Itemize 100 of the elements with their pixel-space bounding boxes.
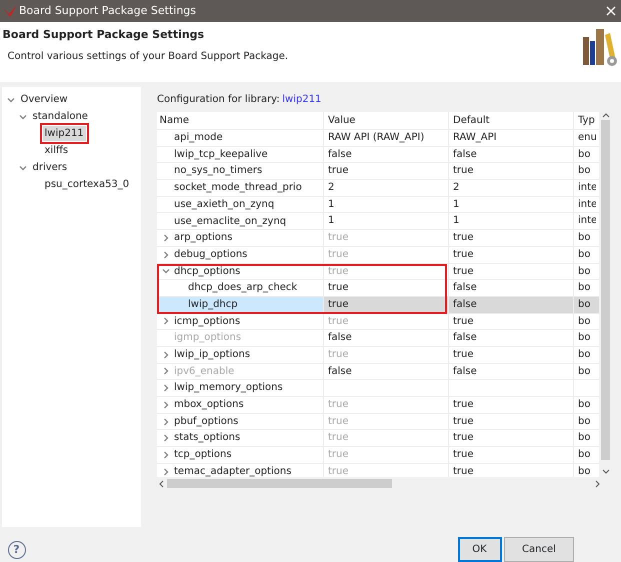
- type-cell-text: bo: [577, 348, 592, 362]
- default-cell: true: [449, 447, 574, 463]
- type-cell-text: bo: [577, 331, 592, 346]
- type-cell-text: bo: [577, 464, 592, 478]
- header-subtitle: Control various settings of your Board Support Package.: [8, 50, 290, 64]
- collapsed-chevron-icon[interactable]: [161, 250, 171, 260]
- type-cell-text: bo: [577, 248, 592, 262]
- scroll-thumb[interactable]: [601, 120, 610, 460]
- type-cell-text: bo: [577, 148, 592, 162]
- collapsed-chevron-icon[interactable]: [161, 416, 171, 427]
- type-cell-text: enu: [577, 131, 596, 145]
- close-icon[interactable]: [606, 6, 616, 16]
- setting-name: dhcp_does_arp_check: [188, 281, 298, 296]
- value-cell: true: [324, 414, 449, 430]
- default-cell: true: [449, 246, 574, 262]
- setting-name: socket_mode_thread_prio: [174, 181, 302, 196]
- default-cell: true: [449, 346, 574, 363]
- value-cell: 1: [324, 213, 449, 230]
- collapsed-chevron-icon[interactable]: [161, 466, 171, 477]
- default-cell: false: [449, 364, 574, 380]
- type-cell-text: bo: [577, 448, 592, 462]
- collapsed-chevron-icon[interactable]: [161, 400, 171, 410]
- collapsed-chevron-icon[interactable]: [161, 232, 171, 243]
- collapsed-chevron-icon[interactable]: [161, 350, 171, 360]
- tree-item[interactable]: drivers: [30, 160, 70, 175]
- column-header[interactable]: Default: [449, 112, 574, 129]
- value-cell: 2: [324, 180, 449, 196]
- default-cell: false: [449, 330, 574, 346]
- collapsed-chevron-icon[interactable]: [161, 383, 171, 394]
- value-cell: false: [324, 364, 449, 380]
- dialog-button[interactable]: OK: [458, 537, 502, 562]
- tree-item[interactable]: lwip211: [42, 126, 86, 141]
- value-cell: RAW API (RAW_API): [324, 130, 449, 146]
- dialog-button[interactable]: Cancel: [504, 537, 574, 562]
- type-cell-text: bo: [577, 281, 592, 296]
- column-header[interactable]: Value: [324, 112, 449, 129]
- setting-name: use_axieth_on_zynq: [174, 198, 274, 212]
- help-button[interactable]: ?: [8, 540, 26, 558]
- default-cell: false: [449, 146, 574, 162]
- type-cell-text: bo: [577, 431, 592, 446]
- collapsed-chevron-icon[interactable]: [161, 316, 171, 326]
- type-cell-text: bo: [577, 231, 592, 246]
- window-title: Board Support Package Settings: [19, 2, 196, 19]
- setting-name: igmp_options: [174, 331, 242, 346]
- type-cell-text: bo: [577, 298, 592, 312]
- collapsed-chevron-icon[interactable]: [161, 450, 171, 460]
- default-cell: true: [449, 430, 574, 446]
- setting-name: temac_adapter_options: [174, 464, 292, 478]
- tree-item[interactable]: xilffs: [42, 143, 70, 158]
- type-cell-text: bo: [577, 364, 592, 379]
- scroll-up-icon[interactable]: [602, 112, 610, 120]
- type-cell-text: bo: [577, 164, 592, 178]
- type-cell-text: bo: [577, 264, 592, 278]
- type-cell-text: bo: [577, 414, 592, 429]
- setting-name: no_sys_no_timers: [174, 164, 262, 178]
- collapsed-chevron-icon[interactable]: [161, 433, 171, 444]
- app-logo-icon: [2, 5, 16, 17]
- value-cell: true: [324, 397, 449, 413]
- value-cell: true: [324, 264, 449, 280]
- default-cell: true: [449, 163, 574, 180]
- tree-item[interactable]: psu_cortexa53_0: [42, 177, 132, 192]
- scroll-thumb[interactable]: [167, 479, 392, 488]
- setting-name: lwip_tcp_keepalive: [174, 148, 268, 162]
- setting-name: debug_options: [174, 248, 248, 262]
- setting-name: stats_options: [174, 431, 240, 446]
- default-cell: 1: [449, 196, 574, 212]
- library-link[interactable]: lwip211: [282, 92, 322, 107]
- setting-name: icmp_options: [174, 314, 240, 329]
- config-label: Configuration for library:: [157, 93, 280, 107]
- value-cell: true: [324, 246, 449, 262]
- scroll-down-icon[interactable]: [602, 466, 610, 475]
- value-cell: 1: [324, 196, 449, 212]
- setting-name: tcp_options: [174, 448, 232, 462]
- tree-item[interactable]: standalone: [30, 109, 90, 124]
- value-cell: true: [324, 230, 449, 246]
- books-icon: [582, 27, 618, 67]
- value-cell: true: [324, 346, 449, 363]
- default-cell: true: [449, 414, 574, 430]
- default-cell: false: [449, 280, 574, 296]
- setting-name: arp_options: [174, 231, 232, 246]
- type-cell-text: bo: [577, 398, 592, 412]
- default-cell: true: [449, 397, 574, 413]
- column-header[interactable]: Name: [157, 112, 324, 129]
- default-cell: true: [449, 264, 574, 280]
- setting-name: mbox_options: [174, 398, 244, 412]
- default-cell: 2: [449, 180, 574, 196]
- value-cell: false: [324, 330, 449, 346]
- default-cell: false: [449, 296, 574, 313]
- type-cell-text: bo: [577, 314, 592, 329]
- value-cell: true: [324, 314, 449, 330]
- default-cell: 1: [449, 213, 574, 230]
- default-cell: RAW_API: [449, 130, 574, 146]
- default-cell: true: [449, 314, 574, 330]
- tree-item[interactable]: Overview: [18, 92, 70, 107]
- column-header[interactable]: Typ: [574, 112, 596, 129]
- value-cell: true: [324, 163, 449, 180]
- value-cell: true: [324, 280, 449, 296]
- setting-name: api_mode: [174, 131, 223, 146]
- header-title: Board Support Package Settings: [2, 27, 206, 43]
- setting-name: lwip_ip_options: [174, 348, 250, 362]
